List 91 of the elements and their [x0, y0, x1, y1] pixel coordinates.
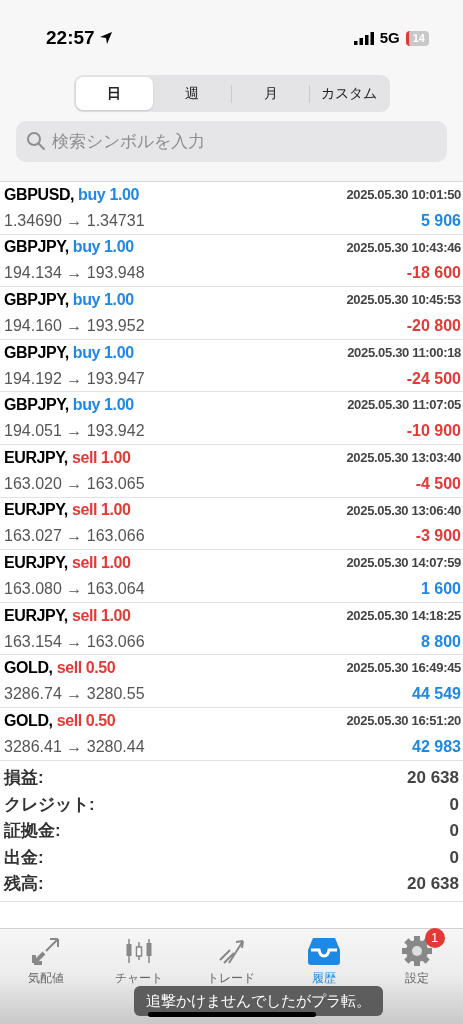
notification-badge: 1 [424, 928, 445, 948]
price-text: 163.154 → 163.066 [4, 631, 145, 652]
order-text: buy 1.00 [72, 237, 134, 258]
order-text: sell 0.50 [56, 658, 116, 679]
settings-icon [400, 935, 433, 967]
price-text: 3286.41 → 3280.44 [4, 736, 145, 757]
summary-label: 証拠金: [4, 820, 61, 843]
caption-toast: 追撃かけませんでしたがプラ転。 [134, 986, 383, 1016]
arrows-icon [31, 936, 62, 966]
price-text: 163.080 → 163.064 [4, 578, 145, 599]
deal-row[interactable]: GBPJPY, buy 1.00 2025.05.30 11:00:18 194.192 → 193.947 -24 500 [0, 339, 463, 393]
deal-row[interactable]: GOLD, sell 0.50 2025.05.30 16:49:45 3286.74 → 3280.55 44 549 [0, 655, 463, 708]
price-text: 194.192 → 193.947 [4, 368, 145, 389]
profit-text: -10 900 [406, 421, 461, 442]
price-text: 194.051 → 193.942 [4, 421, 145, 442]
deal-time: 2025.05.30 11:07:05 [347, 396, 461, 415]
deal-time: 2025.05.30 13:06:40 [346, 501, 461, 520]
symbol-text: EURJPY, [4, 552, 68, 573]
symbol-text: GOLD, [4, 710, 53, 731]
symbol-text: GBPJPY, [4, 342, 69, 363]
profit-text: 42 983 [412, 736, 461, 757]
location-arrow-icon [98, 31, 113, 45]
deal-row[interactable]: EURJPY, sell 1.00 2025.05.30 14:07:59 163.080 → 163.064 1 600 [0, 550, 463, 603]
profit-text: -20 800 [406, 316, 461, 336]
inbox-icon [307, 936, 342, 966]
profit-text: 1 600 [420, 578, 461, 599]
profit-text: -18 600 [406, 263, 461, 284]
symbol-text: EURJPY, [4, 500, 68, 521]
tab-bar-item[interactable]: 1 設定 [370, 929, 463, 987]
summary-label: 損益: [4, 767, 44, 790]
deal-time: 2025.05.30 10:43:46 [346, 238, 461, 257]
tab-bar-item[interactable]: トレード [185, 929, 278, 987]
price-text: 3286.74 → 3280.55 [4, 684, 145, 705]
deal-time: 2025.05.30 11:00:18 [347, 343, 461, 362]
price-text: 163.020 → 163.065 [4, 473, 145, 494]
profit-text: 5 906 [420, 210, 461, 231]
summary-value: 20 638 [407, 873, 459, 896]
deal-time: 2025.05.30 10:45:53 [346, 291, 461, 310]
clock-text: 22:57 [46, 25, 95, 50]
symbol-text: GBPJPY, [4, 290, 69, 310]
summary-label: 残高: [4, 873, 44, 896]
summary-value: 0 [449, 846, 459, 869]
order-text: sell 1.00 [71, 605, 131, 626]
deal-time: 2025.05.30 16:51:20 [346, 712, 461, 730]
price-text: 163.027 → 163.066 [4, 526, 145, 547]
symbol-text: EURJPY, [4, 447, 68, 468]
signal-icon [353, 31, 374, 45]
profit-text: -24 500 [406, 368, 461, 389]
summary-value: 0 [449, 793, 459, 816]
summary-label: 出金: [4, 846, 44, 869]
symbol-text: GBPJPY, [4, 237, 69, 258]
order-text: sell 1.00 [71, 447, 131, 468]
tab-bar-item[interactable]: 気配値 [0, 929, 93, 987]
symbol-text: EURJPY, [4, 605, 68, 626]
search-icon [26, 131, 46, 151]
deal-time: 2025.05.30 14:07:59 [346, 554, 461, 573]
deal-row[interactable]: GOLD, sell 0.50 2025.05.30 16:51:20 3286.41 → 3280.44 42 983 [0, 707, 463, 761]
period-tab[interactable]: 週 [153, 77, 231, 110]
profit-text: 8 800 [420, 631, 461, 652]
deal-row[interactable]: GBPJPY, buy 1.00 2025.05.30 10:43:46 194.134 → 193.948 -18 600 [0, 234, 463, 288]
order-text: sell 0.50 [56, 710, 116, 731]
order-text: sell 1.00 [71, 552, 131, 573]
deal-row[interactable]: EURJPY, sell 1.00 2025.05.30 14:18:25 163.154 → 163.066 8 800 [0, 602, 463, 656]
period-tab[interactable]: 日 [75, 77, 153, 110]
order-text: buy 1.00 [72, 342, 134, 363]
profit-text: 44 549 [412, 684, 461, 705]
symbol-text: GBPUSD, [4, 184, 75, 205]
tab-bar-item[interactable]: チャート [92, 929, 186, 987]
deal-time: 2025.05.30 13:03:40 [346, 449, 461, 467]
summary-value: 20 638 [407, 767, 459, 790]
price-text: 1.34690 → 1.34731 [4, 210, 145, 231]
order-text: buy 1.00 [78, 184, 139, 205]
order-text: sell 1.00 [71, 500, 131, 521]
summary-label: クレジット: [4, 793, 95, 816]
price-text: 194.160 → 193.952 [4, 316, 145, 336]
period-tab[interactable]: 月 [232, 77, 310, 110]
search-field[interactable]: 検索シンボルを入力 [16, 121, 447, 162]
deal-time: 2025.05.30 14:18:25 [346, 606, 461, 625]
summary-value: 0 [449, 820, 459, 843]
network-text: 5G [379, 27, 400, 48]
price-text: 194.134 → 193.948 [4, 263, 145, 284]
symbol-text: GBPJPY, [4, 395, 69, 416]
profit-text: -4 500 [415, 473, 461, 494]
period-tab[interactable]: カスタム [310, 77, 388, 110]
deal-time: 2025.05.30 16:49:45 [346, 659, 461, 678]
profit-text: -3 900 [415, 526, 461, 547]
deal-time: 2025.05.30 10:01:50 [346, 186, 461, 205]
deal-row[interactable]: GBPJPY, buy 1.00 2025.05.30 10:45:53 194.160 → 193.952 -20 800 [0, 287, 463, 340]
order-text: buy 1.00 [72, 290, 134, 310]
order-text: buy 1.00 [72, 395, 134, 416]
symbol-text: GOLD, [4, 658, 53, 679]
